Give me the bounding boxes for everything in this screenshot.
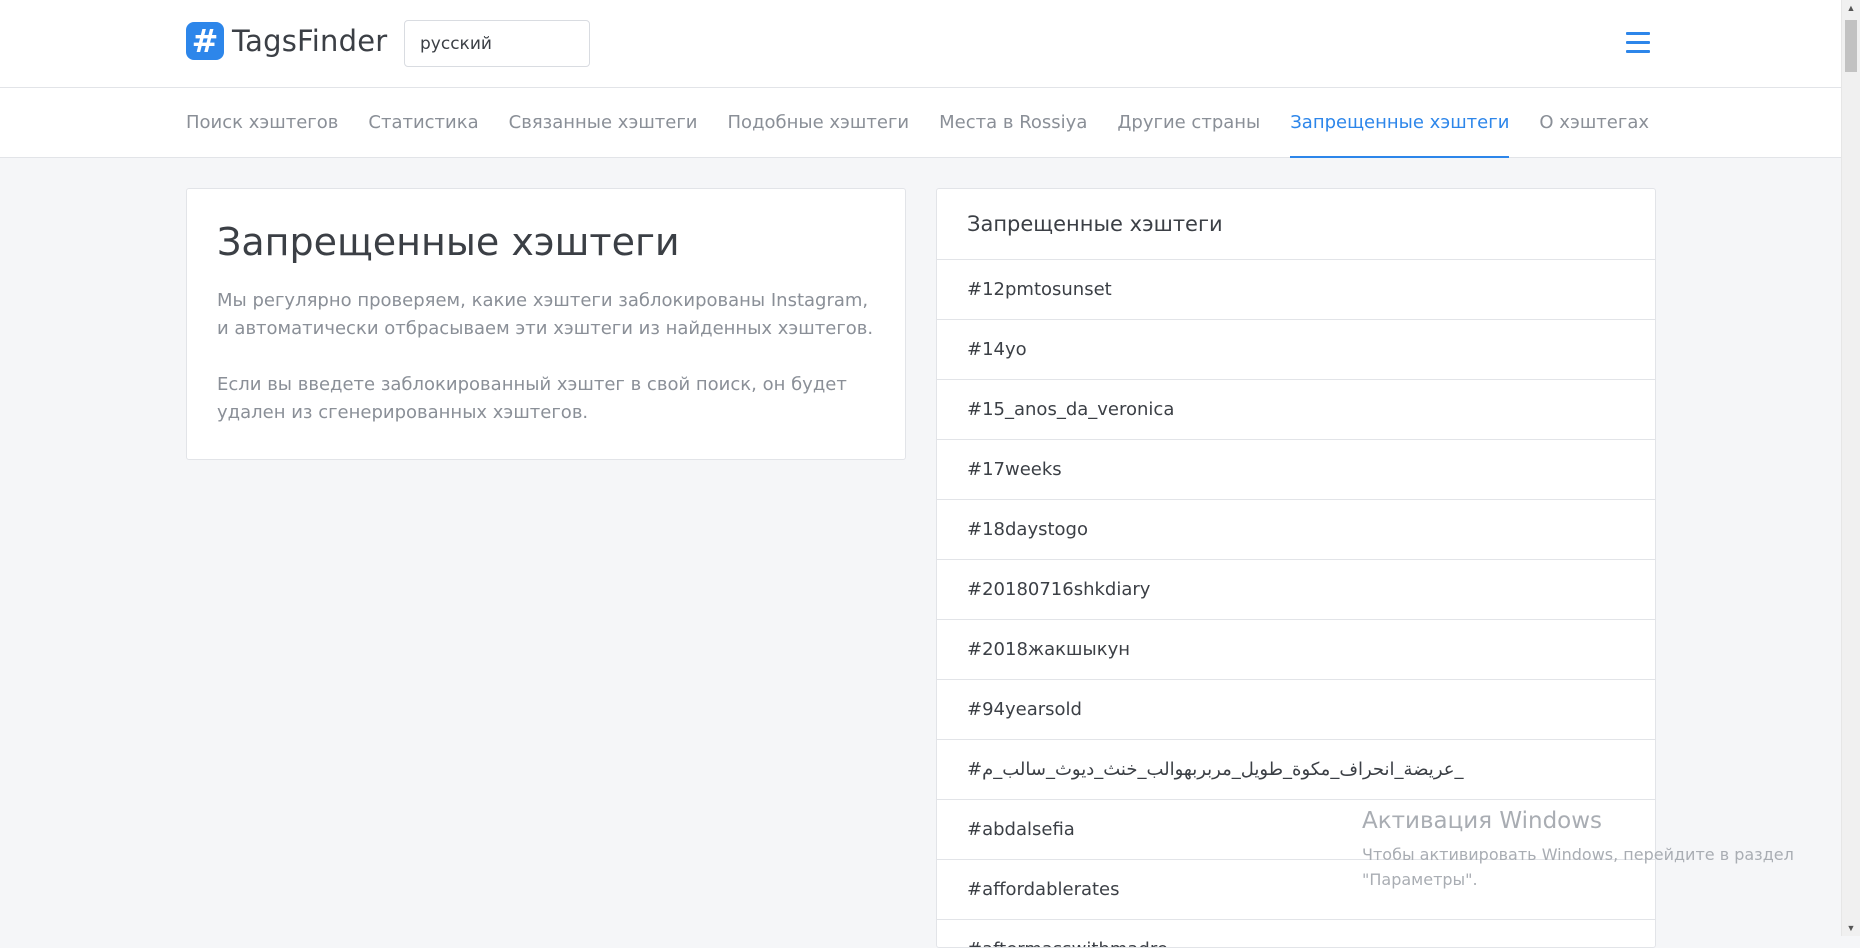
top-bar: # TagsFinder bbox=[0, 0, 1841, 88]
list-item[interactable]: #18daystogo bbox=[937, 500, 1655, 560]
tab-other-countries[interactable]: Другие страны bbox=[1117, 88, 1260, 158]
scroll-up-arrow-icon[interactable]: ▲ bbox=[1842, 0, 1860, 16]
list-item[interactable]: #عريضة_انحراف_مكوة_طويل_مربربهوالب_خنث_د… bbox=[937, 740, 1655, 800]
search-input[interactable] bbox=[404, 20, 590, 67]
tab-related-hashtags[interactable]: Связанные хэштеги bbox=[509, 88, 698, 158]
watermark-line: Чтобы активировать Windows, перейдите в … bbox=[1362, 845, 1794, 864]
watermark-title: Активация Windows bbox=[1362, 808, 1603, 834]
list-item[interactable]: #aftermasswithmadre bbox=[937, 920, 1655, 947]
list-item[interactable]: #14yo bbox=[937, 320, 1655, 380]
list-item[interactable]: #94yearsold bbox=[937, 680, 1655, 740]
list-item[interactable]: #17weeks bbox=[937, 440, 1655, 500]
section-nav-tabs: Поиск хэштегов Статистика Связанные хэшт… bbox=[186, 88, 1679, 158]
info-paragraph: Если вы введете заблокированный хэштег в… bbox=[217, 374, 847, 423]
menu-line bbox=[1626, 49, 1650, 53]
menu-line bbox=[1626, 31, 1650, 35]
logo-text: TagsFinder bbox=[232, 24, 388, 58]
scroll-down-arrow-icon[interactable]: ▼ bbox=[1842, 920, 1860, 936]
list-item[interactable]: #15_anos_da_veronica bbox=[937, 380, 1655, 440]
page: # TagsFinder Поиск хэштегов Статистика С… bbox=[0, 0, 1841, 948]
vertical-scrollbar[interactable]: ▲ ▼ bbox=[1841, 0, 1860, 936]
windows-activation-watermark: Активация Windows Чтобы активировать Win… bbox=[1362, 808, 1794, 892]
section-nav: Поиск хэштегов Статистика Связанные хэшт… bbox=[0, 88, 1841, 158]
hashtag-logo-icon: # bbox=[186, 22, 224, 60]
scrollbar-thumb[interactable] bbox=[1845, 20, 1857, 72]
tab-about-hashtags[interactable]: О хэштегах bbox=[1539, 88, 1649, 158]
list-item[interactable]: #20180716shkdiary bbox=[937, 560, 1655, 620]
tab-statistics[interactable]: Статистика bbox=[368, 88, 478, 158]
tab-places[interactable]: Места в Rossiya bbox=[939, 88, 1087, 158]
list-item[interactable]: #2018жакшыкун bbox=[937, 620, 1655, 680]
tab-banned-hashtags[interactable]: Запрещенные хэштеги bbox=[1290, 88, 1510, 158]
menu-line bbox=[1626, 40, 1650, 44]
banned-list-title: Запрещенные хэштеги bbox=[937, 189, 1655, 260]
hamburger-menu-icon[interactable] bbox=[1622, 22, 1656, 62]
watermark-line: "Параметры". bbox=[1362, 870, 1478, 889]
tab-hashtag-search[interactable]: Поиск хэштегов bbox=[186, 88, 338, 158]
page-title: Запрещенные хэштеги bbox=[217, 220, 680, 264]
info-paragraph: Мы регулярно проверяем, какие хэштеги за… bbox=[217, 290, 874, 339]
list-item[interactable]: #12pmtosunset bbox=[937, 260, 1655, 320]
logo[interactable]: # TagsFinder bbox=[186, 21, 387, 61]
tab-similar-hashtags[interactable]: Подобные хэштеги bbox=[728, 88, 910, 158]
info-card: Запрещенные хэштеги Мы регулярно проверя… bbox=[186, 188, 906, 460]
